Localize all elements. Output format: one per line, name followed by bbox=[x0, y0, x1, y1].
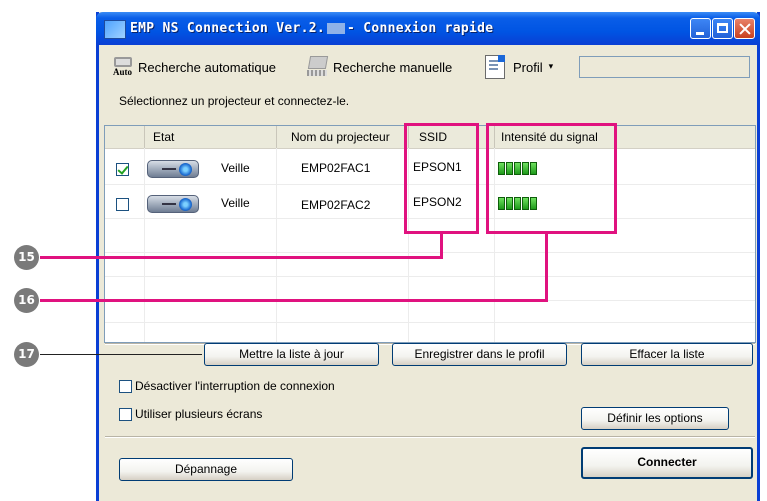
header-check-col[interactable] bbox=[105, 126, 145, 148]
disable-interrupt-checkbox[interactable] bbox=[119, 379, 132, 393]
window-title: EMP NS Connection Ver.2. - Connexion rapi… bbox=[130, 21, 493, 36]
manual-search-label: Recherche manuelle bbox=[333, 59, 453, 75]
multi-screen-checkbox[interactable] bbox=[119, 407, 132, 421]
minimize-button[interactable] bbox=[690, 18, 711, 39]
disable-interrupt-label: Désactiver l'interruption de connexion bbox=[135, 379, 335, 393]
manual-search-button[interactable]: Recherche manuelle bbox=[306, 54, 452, 80]
callout-connector bbox=[545, 234, 548, 302]
row-checkbox[interactable] bbox=[116, 198, 129, 211]
row-state: Veille bbox=[221, 161, 250, 175]
callout-badge-15: 15 bbox=[14, 245, 39, 270]
close-button[interactable] bbox=[734, 18, 755, 39]
redacted-version bbox=[327, 23, 346, 34]
signal-highlight-box bbox=[486, 123, 617, 234]
profile-button[interactable]: Profil ▾ bbox=[485, 54, 553, 80]
profile-select[interactable] bbox=[579, 56, 750, 78]
window-title-suffix: - Connexion rapide bbox=[347, 21, 494, 36]
callout-connector bbox=[40, 299, 548, 302]
callout-badge-17: 17 bbox=[14, 342, 39, 367]
header-etat[interactable]: Etat bbox=[145, 126, 277, 148]
divider bbox=[105, 436, 755, 438]
save-profile-button[interactable]: Enregistrer dans le profil bbox=[392, 343, 567, 366]
ssid-highlight-box bbox=[404, 123, 479, 234]
projector-icon bbox=[147, 160, 199, 178]
profile-label: Profil bbox=[513, 59, 543, 75]
troubleshoot-button[interactable]: Dépannage bbox=[119, 458, 293, 481]
toolbar: Auto Recherche automatique Recherche man… bbox=[99, 48, 757, 84]
auto-search-icon: Auto bbox=[113, 56, 135, 78]
app-icon bbox=[104, 20, 126, 39]
multi-screen-label: Utiliser plusieurs écrans bbox=[135, 407, 263, 421]
title-bar[interactable]: EMP NS Connection Ver.2. - Connexion rapi… bbox=[96, 12, 760, 45]
clear-list-button[interactable]: Effacer la liste bbox=[581, 343, 753, 366]
callout-connector bbox=[440, 234, 443, 258]
disable-interrupt-option[interactable]: Désactiver l'interruption de connexion bbox=[119, 379, 335, 393]
set-options-button[interactable]: Définir les options bbox=[581, 407, 729, 430]
auto-search-label: Recherche automatique bbox=[138, 59, 277, 75]
window-title-prefix: EMP NS Connection Ver.2. bbox=[130, 21, 326, 36]
chevron-down-icon[interactable]: ▾ bbox=[549, 62, 554, 72]
maximize-button[interactable] bbox=[712, 18, 733, 39]
manual-search-icon bbox=[306, 56, 330, 78]
row-checkbox[interactable] bbox=[116, 163, 129, 176]
callout-connector bbox=[40, 256, 443, 259]
row-projector-name: EMP02FAC2 bbox=[301, 198, 371, 212]
update-list-button[interactable]: Mettre la liste à jour bbox=[204, 343, 379, 366]
callout-badge-16: 16 bbox=[14, 288, 39, 313]
header-projector-name[interactable]: Nom du projecteur bbox=[277, 126, 409, 148]
projector-icon bbox=[147, 195, 199, 213]
auto-search-button[interactable]: Auto Recherche automatique bbox=[113, 54, 276, 80]
row-state: Veille bbox=[221, 196, 250, 210]
connect-button[interactable]: Connecter bbox=[581, 447, 753, 479]
instruction-text: Sélectionnez un projecteur et connectez-… bbox=[119, 94, 350, 108]
multi-screen-option[interactable]: Utiliser plusieurs écrans bbox=[119, 407, 262, 421]
row-projector-name: EMP02FAC1 bbox=[301, 161, 371, 175]
profile-icon bbox=[485, 55, 505, 79]
callout-connector bbox=[40, 354, 202, 355]
